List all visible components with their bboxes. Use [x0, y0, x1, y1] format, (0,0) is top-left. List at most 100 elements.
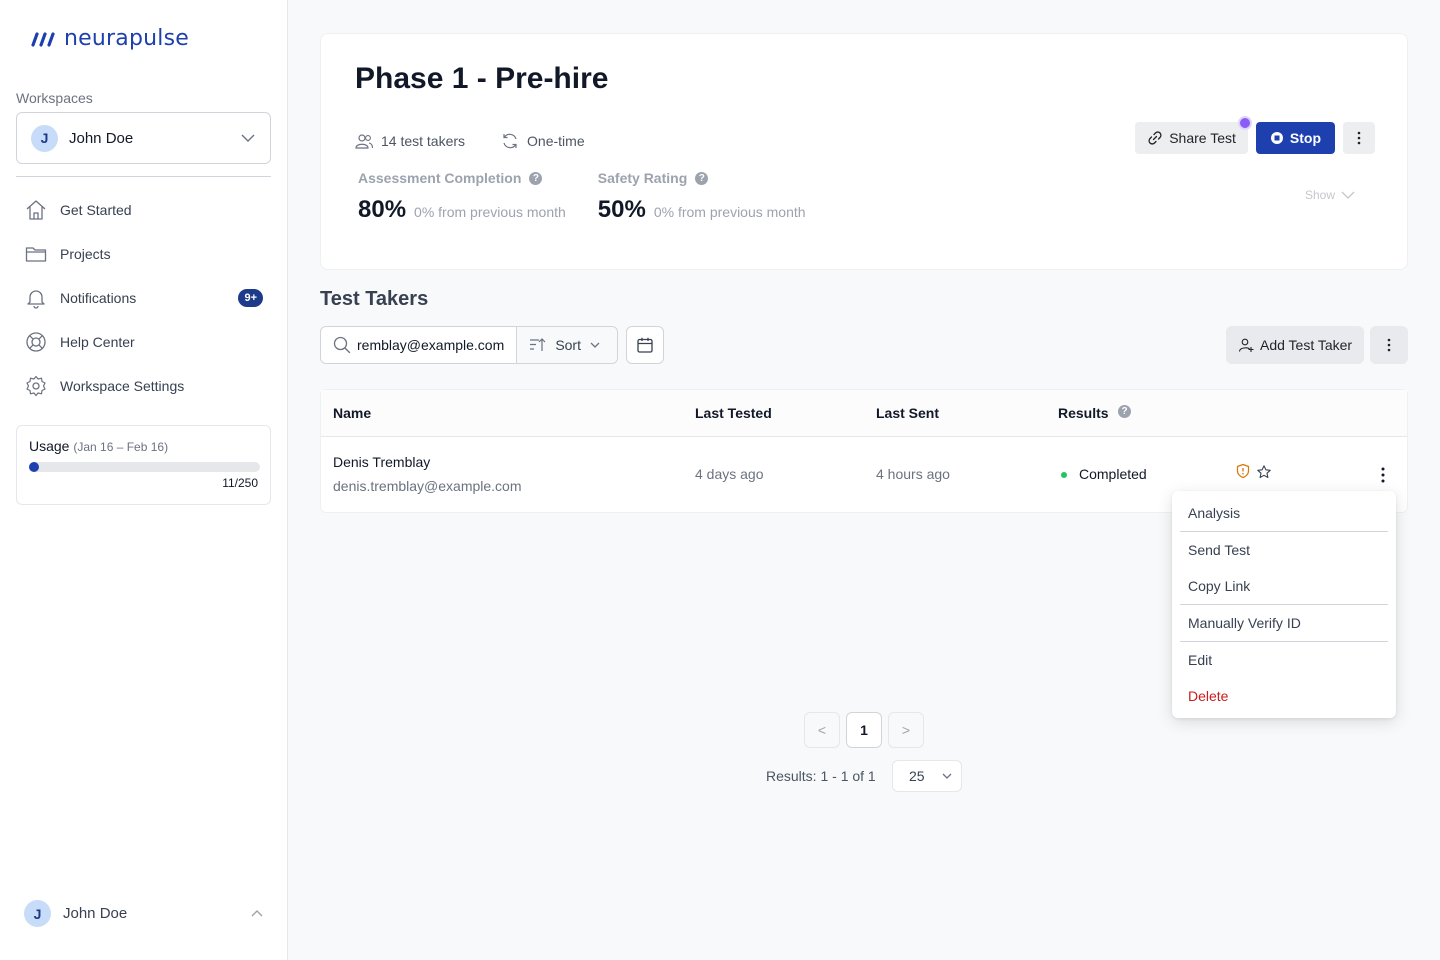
stat-change: 0% from previous month	[414, 204, 566, 220]
menu-item-delete[interactable]: Delete	[1180, 678, 1388, 714]
stop-label: Stop	[1289, 130, 1321, 146]
bell-icon	[24, 286, 48, 310]
help-icon[interactable]: ?	[1118, 405, 1131, 418]
column-header-last-sent[interactable]: Last Sent	[876, 405, 939, 421]
sidebar-nav: Get Started Projects Notifications 9+ He…	[16, 188, 271, 408]
stat-value: 50%	[597, 196, 646, 223]
link-icon	[1148, 131, 1162, 145]
column-header-results[interactable]: Results	[1058, 405, 1109, 421]
menu-item-send-test[interactable]: Send Test	[1180, 532, 1388, 568]
workspaces-label: Workspaces	[16, 90, 93, 106]
sidebar-item-help-center[interactable]: Help Center	[16, 320, 271, 364]
usage-title: Usage (Jan 16 – Feb 16)	[29, 438, 258, 454]
sidebar-item-notifications[interactable]: Notifications 9+	[16, 276, 271, 320]
test-meta: 14 test takers One-time	[355, 132, 585, 150]
show-label: Show	[1304, 188, 1335, 202]
workspace-select[interactable]: J John Doe	[16, 112, 271, 164]
menu-item-edit[interactable]: Edit	[1180, 642, 1388, 678]
date-filter-button[interactable]	[626, 326, 664, 364]
chevron-down-icon	[241, 134, 255, 142]
usage-count: 11/250	[222, 476, 258, 490]
usage-progress-fill	[29, 462, 40, 472]
menu-item-analysis[interactable]: Analysis	[1180, 495, 1388, 531]
stat-value: 80%	[358, 196, 407, 223]
lifebuoy-icon	[24, 330, 48, 354]
search-box: Sort	[320, 326, 618, 364]
chevron-up-icon	[251, 909, 263, 916]
chevron-down-icon	[942, 773, 952, 779]
sidebar-item-projects[interactable]: Projects	[16, 232, 271, 276]
help-icon[interactable]: ?	[529, 171, 543, 185]
more-actions-button[interactable]	[1343, 122, 1375, 154]
stats: Assessment Completion ? 80% 0% from prev…	[358, 170, 806, 224]
column-header-last-tested[interactable]: Last Tested	[695, 405, 772, 421]
test-taker-name: Denis Tremblay	[333, 454, 431, 470]
stat-label-text: Assessment Completion	[358, 170, 522, 186]
share-test-button[interactable]: Share Test	[1135, 116, 1252, 154]
share-test-label: Share Test	[1169, 130, 1236, 146]
per-page-value: 25	[909, 768, 925, 784]
stop-button[interactable]: Stop	[1255, 122, 1335, 154]
usage-card: Usage (Jan 16 – Feb 16) 11/250	[16, 425, 271, 505]
help-icon[interactable]: ?	[695, 171, 709, 185]
usage-label: Usage	[29, 438, 70, 454]
per-page-select[interactable]: 25	[892, 760, 962, 792]
users-icon	[355, 134, 373, 149]
shield-alert-icon[interactable]	[1235, 463, 1251, 482]
kebab-icon	[1387, 338, 1391, 352]
sidebar-item-label: Help Center	[60, 334, 135, 350]
gear-icon	[24, 374, 48, 398]
star-icon[interactable]	[1256, 464, 1272, 483]
chevron-down-icon	[1341, 191, 1355, 199]
workspace-name: John Doe	[69, 129, 134, 147]
header-actions: Share Test Stop	[1135, 116, 1375, 154]
section-title: Test Takers	[320, 288, 429, 310]
row-actions-button[interactable]	[1381, 467, 1385, 486]
search-icon	[333, 336, 351, 354]
test-takers-count: 14 test takers	[381, 133, 466, 149]
menu-item-copy-link[interactable]: Copy Link	[1180, 568, 1388, 604]
sidebar-item-label: Projects	[60, 246, 111, 262]
page-button[interactable]: 1	[846, 712, 882, 748]
chevron-down-icon	[590, 342, 600, 348]
logo-text: neurapulse	[64, 26, 189, 51]
sidebar-item-get-started[interactable]: Get Started	[16, 188, 271, 232]
result-status: Completed	[1061, 466, 1147, 482]
test-taker-email: denis.tremblay@example.com	[333, 478, 522, 494]
usage-progress-bar	[29, 462, 260, 472]
last-sent: 4 hours ago	[876, 466, 950, 482]
table-header: Name Last Tested Last Sent Results ?	[321, 390, 1407, 437]
last-tested: 4 days ago	[695, 466, 764, 482]
prev-page-button[interactable]: <	[804, 712, 840, 748]
usage-range: (Jan 16 – Feb 16)	[73, 440, 169, 454]
stat-assessment-completion: Assessment Completion ? 80% 0% from prev…	[358, 170, 566, 224]
row-actions-menu: Analysis Send Test Copy Link Manually Ve…	[1172, 491, 1396, 718]
sidebar-item-label: Get Started	[60, 202, 132, 218]
page-title: Phase 1 - Pre-hire	[355, 62, 609, 95]
sidebar-item-label: Notifications	[60, 290, 137, 306]
stat-label: Assessment Completion ?	[358, 170, 566, 186]
show-toggle[interactable]: Show	[1305, 188, 1355, 202]
stat-row: 50% 0% from previous month	[598, 196, 806, 224]
avatar: J	[24, 900, 51, 927]
stop-icon	[1270, 132, 1283, 144]
search-input[interactable]	[357, 337, 507, 353]
logo[interactable]: neurapulse	[30, 26, 189, 51]
test-frequency: One-time	[527, 133, 585, 149]
add-test-taker-button[interactable]: Add Test Taker	[1226, 326, 1365, 364]
next-page-button[interactable]: >	[888, 712, 924, 748]
stat-label-text: Safety Rating	[597, 170, 688, 186]
pagination: < 1 >	[804, 712, 924, 748]
column-header-name[interactable]: Name	[333, 405, 371, 421]
user-menu[interactable]: J John Doe	[24, 900, 264, 927]
avatar: J	[31, 124, 58, 152]
menu-item-verify-id[interactable]: Manually Verify ID	[1180, 605, 1388, 641]
test-summary-card: Phase 1 - Pre-hire 14 test takers One-ti…	[320, 33, 1408, 270]
refresh-icon	[503, 133, 517, 149]
status-dot	[1061, 472, 1067, 479]
sidebar-item-workspace-settings[interactable]: Workspace Settings	[16, 364, 271, 408]
sidebar: neurapulse Workspaces J John Doe Get Sta…	[0, 0, 288, 960]
sort-dropdown[interactable]: Sort	[516, 327, 617, 363]
kebab-icon	[1381, 467, 1385, 483]
list-more-button[interactable]	[1370, 326, 1408, 364]
